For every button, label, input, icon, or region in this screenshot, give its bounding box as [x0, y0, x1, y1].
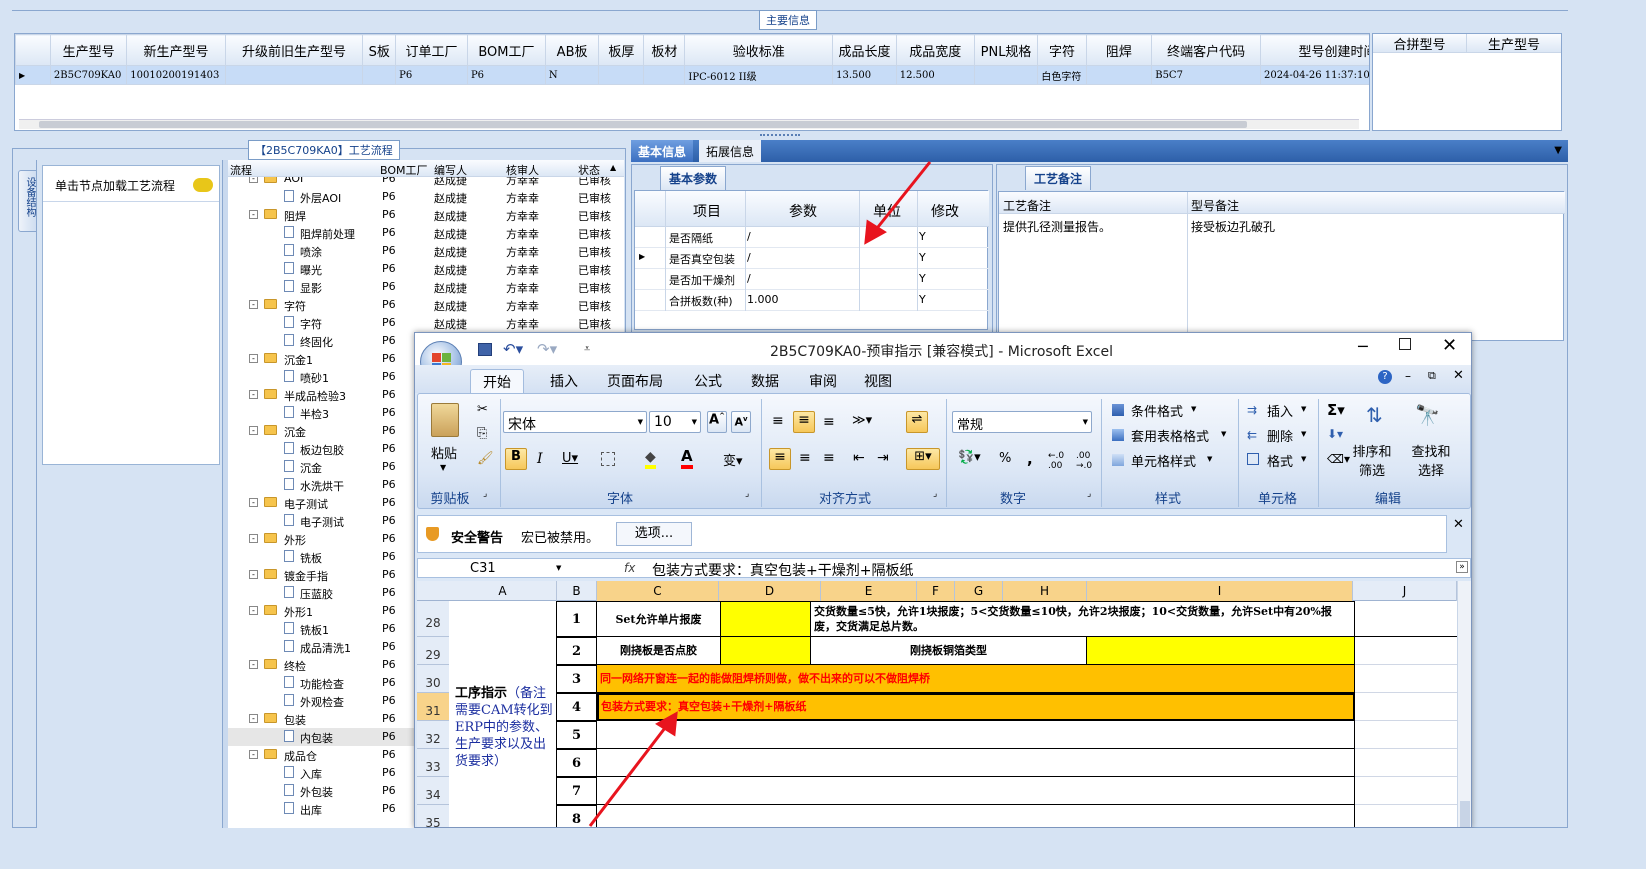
- arrow-top: [864, 161, 932, 245]
- arrow-bottom: [588, 711, 678, 827]
- annotation-arrows: [588, 161, 932, 827]
